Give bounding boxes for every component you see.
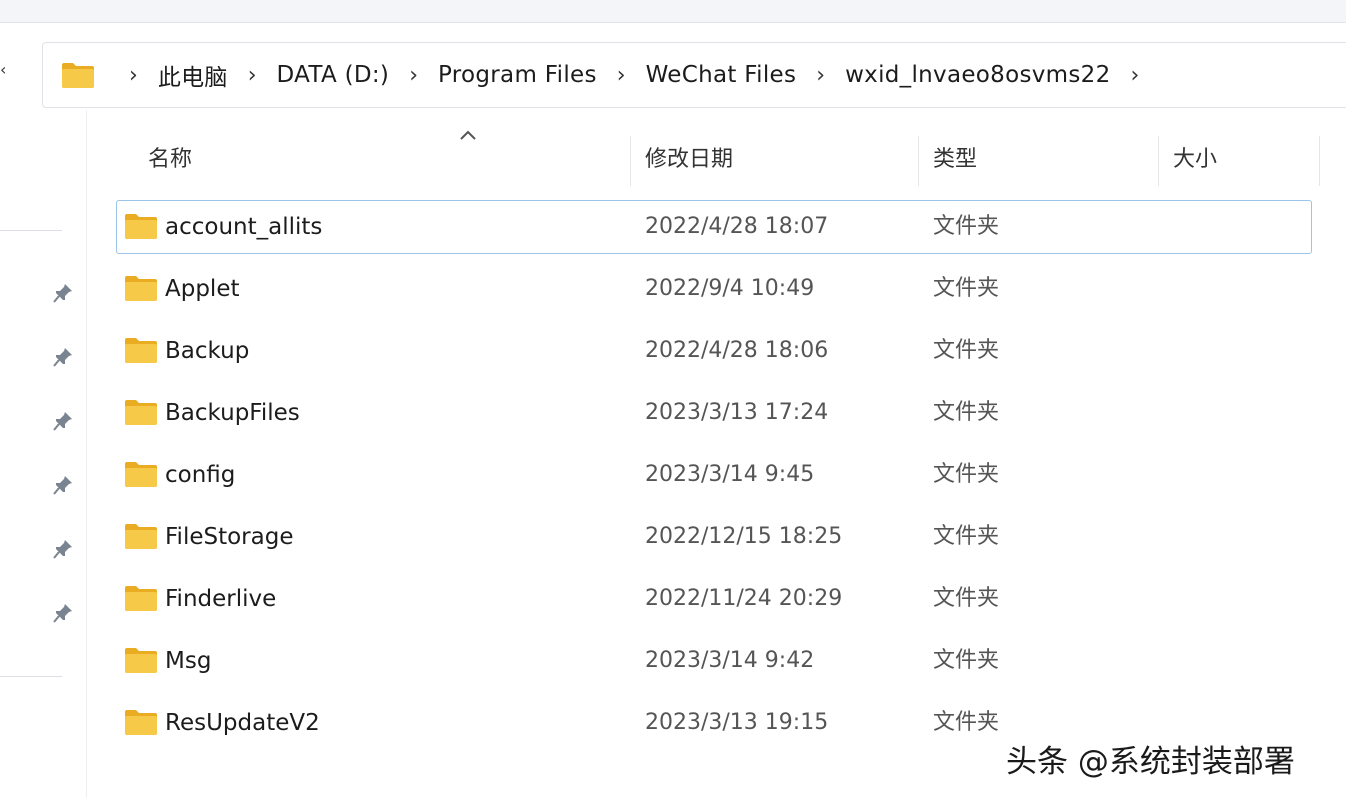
file-type: 文件夹	[933, 586, 1000, 611]
pin-icon[interactable]	[52, 282, 74, 304]
file-name: Backup	[165, 338, 250, 364]
folder-icon	[125, 214, 157, 239]
nav-divider	[0, 676, 62, 677]
chevron-right-icon[interactable]: ›	[816, 63, 825, 88]
file-modified-date: 2023/3/13 19:15	[645, 710, 829, 735]
file-row-account-allits[interactable]: account_allits 2022/4/28 18:07 文件夹	[116, 200, 1312, 254]
watermark-text: 头条 @系统封装部署	[1006, 744, 1295, 780]
folder-icon	[125, 276, 157, 301]
column-header-row: 名称 修改日期 类型 大小	[86, 130, 1326, 188]
folder-icon	[125, 462, 157, 487]
file-name: ResUpdateV2	[165, 710, 320, 736]
pin-icon[interactable]	[52, 410, 74, 432]
chevron-icon[interactable]: ‹	[0, 60, 14, 80]
chevron-right-icon[interactable]: ›	[1131, 63, 1140, 88]
folder-icon	[62, 63, 94, 88]
file-row-applet[interactable]: Applet 2022/9/4 10:49 文件夹	[116, 262, 1312, 316]
pin-icon[interactable]	[52, 538, 74, 560]
file-type: 文件夹	[933, 524, 1000, 549]
breadcrumb-item-data-drive[interactable]: DATA (D:)	[277, 62, 390, 88]
chevron-right-icon[interactable]: ›	[409, 63, 418, 88]
file-name: config	[165, 462, 236, 488]
breadcrumb-item-program-files[interactable]: Program Files	[438, 62, 597, 88]
file-modified-date: 2022/12/15 18:25	[645, 524, 843, 549]
file-name: account_allits	[165, 214, 323, 240]
file-name: FileStorage	[165, 524, 294, 550]
pin-icon[interactable]	[52, 346, 74, 368]
file-modified-date: 2022/9/4 10:49	[645, 276, 815, 301]
column-header-size[interactable]: 大小	[1159, 132, 1319, 188]
column-header-name[interactable]: 名称	[134, 132, 630, 188]
file-name: BackupFiles	[165, 400, 300, 426]
breadcrumb-item-wechat-files[interactable]: WeChat Files	[646, 62, 797, 88]
pin-icon[interactable]	[52, 602, 74, 624]
pin-icon[interactable]	[52, 474, 74, 496]
folder-icon	[125, 524, 157, 549]
file-modified-date: 2022/4/28 18:07	[645, 214, 829, 239]
file-row-config[interactable]: config 2023/3/14 9:45 文件夹	[116, 448, 1312, 502]
file-type: 文件夹	[933, 648, 1000, 673]
file-row-finderlive[interactable]: Finderlive 2022/11/24 20:29 文件夹	[116, 572, 1312, 626]
file-type: 文件夹	[933, 462, 1000, 487]
folder-icon	[125, 400, 157, 425]
folder-icon	[125, 586, 157, 611]
chevron-right-icon[interactable]: ›	[129, 63, 138, 88]
navigation-pane	[0, 110, 87, 798]
folder-icon	[125, 338, 157, 363]
file-modified-date: 2022/11/24 20:29	[645, 586, 843, 611]
folder-icon	[125, 648, 157, 673]
breadcrumb-item-this-pc[interactable]: 此电脑	[158, 58, 228, 92]
file-row-backupfiles[interactable]: BackupFiles 2023/3/13 17:24 文件夹	[116, 386, 1312, 440]
file-type: 文件夹	[933, 710, 1000, 735]
file-row-filestorage[interactable]: FileStorage 2022/12/15 18:25 文件夹	[116, 510, 1312, 564]
file-name: Applet	[165, 276, 240, 302]
column-header-modified[interactable]: 修改日期	[631, 132, 918, 188]
file-type: 文件夹	[933, 276, 1000, 301]
breadcrumb-item-wxid[interactable]: wxid_lnvaeo8osvms22	[845, 62, 1110, 88]
file-row-backup[interactable]: Backup 2022/4/28 18:06 文件夹	[116, 324, 1312, 378]
file-type: 文件夹	[933, 400, 1000, 425]
chevron-right-icon[interactable]: ›	[248, 63, 257, 88]
file-type: 文件夹	[933, 214, 1000, 239]
file-explorer-window: ‹ › 此电脑 › DATA (D:) › Program Files › We…	[0, 0, 1346, 798]
title-bar-strip	[0, 0, 1346, 23]
column-divider[interactable]	[1319, 136, 1320, 186]
nav-divider	[0, 230, 62, 231]
chevron-right-icon[interactable]: ›	[617, 63, 626, 88]
file-modified-date: 2022/4/28 18:06	[645, 338, 829, 363]
file-row-msg[interactable]: Msg 2023/3/14 9:42 文件夹	[116, 634, 1312, 688]
file-type: 文件夹	[933, 338, 1000, 363]
file-modified-date: 2023/3/14 9:45	[645, 462, 815, 487]
address-bar[interactable]: › 此电脑 › DATA (D:) › Program Files › WeCh…	[42, 42, 1346, 108]
file-name: Msg	[165, 648, 212, 674]
file-name: Finderlive	[165, 586, 277, 612]
folder-icon	[125, 710, 157, 735]
file-modified-date: 2023/3/13 17:24	[645, 400, 829, 425]
column-header-type[interactable]: 类型	[919, 132, 1158, 188]
file-modified-date: 2023/3/14 9:42	[645, 648, 815, 673]
